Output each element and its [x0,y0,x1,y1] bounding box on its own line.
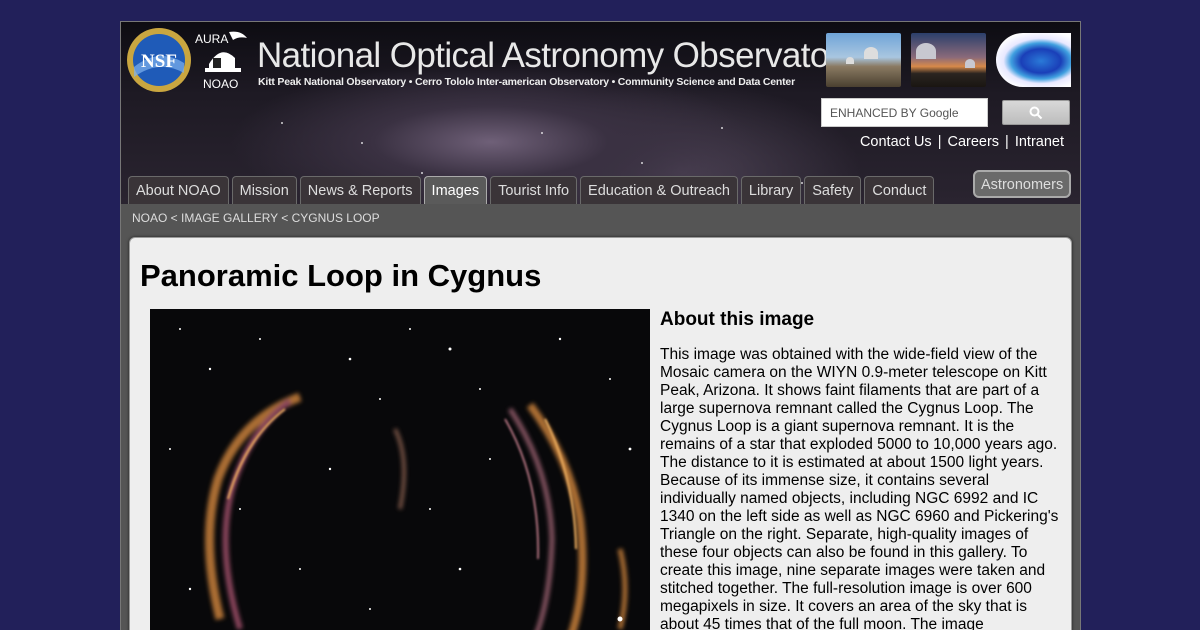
content-panel: Panoramic Loop in Cygnus About this imag… [129,237,1072,630]
nsf-logo[interactable]: NSF [126,27,192,93]
tab-news-reports[interactable]: News & Reports [299,176,421,204]
careers-link[interactable]: Careers [947,134,999,150]
tab-about-noao[interactable]: About NOAO [128,176,229,204]
tab-images[interactable]: Images [423,176,488,204]
nsf-logo-text: NSF [141,51,177,72]
search-placeholder: ENHANCED BY Google [830,106,959,120]
link-separator: | [1005,134,1009,150]
kitt-peak-thumbnail[interactable] [826,33,901,87]
star-decoration [541,132,543,134]
aura-noao-logo[interactable]: AURA NOAO [195,28,251,94]
star-decoration [721,127,723,129]
page-frame: NSF AURA NOAO National Optical Astronomy… [120,21,1081,630]
intranet-link[interactable]: Intranet [1015,134,1064,150]
tab-safety[interactable]: Safety [804,176,862,204]
search-icon [1029,106,1043,119]
star-decoration [281,122,283,124]
search-button[interactable] [1002,100,1070,125]
star-decoration [361,142,363,144]
page-title: Panoramic Loop in Cygnus [140,258,542,293]
tab-mission[interactable]: Mission [231,176,297,204]
data-map-thumbnail[interactable] [996,33,1071,87]
main-nav: About NOAO Mission News & Reports Images Tou… [128,176,937,204]
site-header: NSF AURA NOAO National Optical Astronomy… [121,22,1080,204]
tab-library[interactable]: Library [740,176,802,204]
star-decoration [641,162,643,164]
search-input[interactable]: ENHANCED BY Google [821,98,988,127]
astronomers-button[interactable]: Astronomers [973,170,1072,198]
breadcrumb[interactable]: NOAO < IMAGE GALLERY < CYGNUS LOOP [132,211,380,225]
noao-logo-text: NOAO [203,77,238,91]
site-subtitle: Kitt Peak National Observatory • Cerro T… [258,76,795,88]
tab-conduct[interactable]: Conduct [864,176,935,204]
tab-education-outreach[interactable]: Education & Outreach [580,176,738,204]
contact-us-link[interactable]: Contact Us [860,134,932,150]
top-links: Contact Us | Careers | Intranet [860,134,1064,150]
about-heading: About this image [660,309,815,330]
tab-tourist-info[interactable]: Tourist Info [490,176,578,204]
cygnus-loop-image-art [150,309,650,630]
cerro-tololo-thumbnail[interactable] [911,33,986,87]
aura-logo-text: AURA [195,32,228,46]
site-title[interactable]: National Optical Astronomy Observatory [257,36,857,76]
star-decoration [421,172,423,174]
link-separator: | [937,134,942,150]
about-description: This image was obtained with the wide-fi… [660,346,1059,630]
cygnus-loop-image[interactable] [150,309,650,630]
